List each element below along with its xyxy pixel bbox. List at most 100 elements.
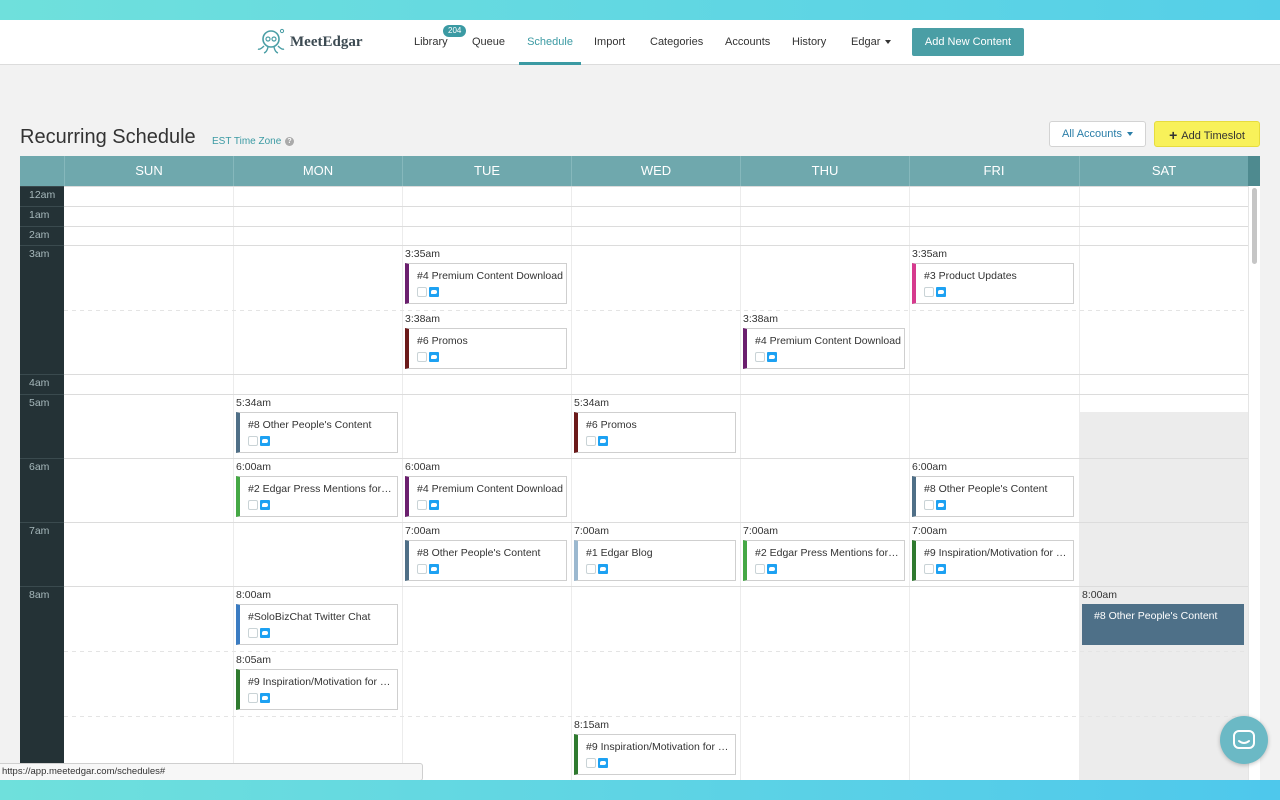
timeslot-card[interactable]: #6 Promos: [405, 328, 567, 369]
timeslot-time: 8:15am: [574, 719, 610, 731]
account-avatar-icon: [586, 436, 596, 446]
day-header-tue: TUE: [402, 156, 571, 186]
nav-schedule[interactable]: Schedule: [519, 20, 581, 65]
nav-queue[interactable]: Queue: [472, 20, 505, 65]
twitter-icon: [260, 500, 270, 510]
hour-label-7am: 7am: [29, 525, 50, 537]
twitter-icon: [936, 287, 946, 297]
timeslot-time: 8:00am: [1082, 589, 1118, 601]
add-new-content-button[interactable]: Add New Content: [912, 28, 1024, 56]
calendar-scrollbar[interactable]: [1248, 186, 1260, 780]
timeslot-account-icons: [586, 758, 608, 768]
gutter-line: [20, 226, 64, 227]
timeslot-card[interactable]: #8 Other People's Content: [405, 540, 567, 581]
meetedgar-logo[interactable]: MeetEdgar: [256, 28, 362, 56]
timeslot-time: 5:34am: [574, 397, 610, 409]
nav-accounts[interactable]: Accounts: [725, 20, 770, 65]
column-divider: [402, 186, 403, 780]
timeslot-category-title: #8 Other People's Content: [1094, 610, 1218, 622]
twitter-icon: [598, 436, 608, 446]
scrollbar-thumb[interactable]: [1252, 188, 1257, 264]
hour-gutter: [20, 186, 64, 780]
timeslot-card[interactable]: #2 Edgar Press Mentions for Social: [236, 476, 398, 517]
schedule-calendar: SUN MON TUE WED THU FRI SAT 12am 1am 2am 3am 4am 5am…: [20, 156, 1260, 780]
day-header-sat: SAT: [1079, 156, 1248, 186]
timeslot-time: 5:34am: [236, 397, 272, 409]
timeslot-account-icons: [417, 352, 439, 362]
timeslot-card[interactable]: #9 Inspiration/Motivation for Social: [574, 734, 736, 775]
timeslot-category-title: #2 Edgar Press Mentions for Social: [755, 547, 901, 559]
timeslot-category-title: #4 Premium Content Download: [417, 270, 563, 282]
all-accounts-dropdown[interactable]: All Accounts: [1049, 121, 1146, 147]
hour-label-4am: 4am: [29, 377, 50, 389]
timeslot-account-icons: [586, 436, 608, 446]
twitter-icon: [598, 758, 608, 768]
subslot-line: [64, 310, 1248, 311]
timeslot-time: 8:00am: [236, 589, 272, 601]
twitter-icon: [429, 287, 439, 297]
top-navbar: MeetEdgar Library 204 Queue Schedule Imp…: [0, 20, 1280, 65]
nav-import[interactable]: Import: [594, 20, 625, 65]
column-divider: [571, 186, 572, 780]
timeslot-account-icons: [417, 564, 439, 574]
timezone-link[interactable]: EST Time Zone: [212, 136, 281, 147]
timeslot-card[interactable]: #4 Premium Content Download: [405, 263, 567, 304]
hour-row-line: [20, 394, 1248, 395]
account-avatar-icon: [586, 758, 596, 768]
timeslot-account-icons: [248, 500, 270, 510]
timeslot-time: 3:38am: [743, 313, 779, 325]
day-header-wed: WED: [571, 156, 740, 186]
nav-library[interactable]: Library 204: [414, 20, 467, 65]
twitter-icon: [429, 564, 439, 574]
timeslot-card[interactable]: #4 Premium Content Download: [405, 476, 567, 517]
nav-edgar-menu[interactable]: Edgar: [851, 20, 892, 65]
account-avatar-icon: [924, 287, 934, 297]
timeslot-category-title: #SoloBizChat Twitter Chat: [248, 611, 371, 623]
timeslot-account-icons: [248, 436, 270, 446]
nav-categories[interactable]: Categories: [650, 20, 703, 65]
timeslot-time: 8:05am: [236, 654, 272, 666]
octopus-icon: [257, 28, 285, 54]
timeslot-category-title: #6 Promos: [417, 335, 468, 347]
timeslot-category-title: #9 Inspiration/Motivation for Social: [924, 547, 1070, 559]
help-icon[interactable]: ?: [285, 137, 294, 146]
timeslot-card[interactable]: #9 Inspiration/Motivation for Social: [236, 669, 398, 710]
twitter-icon: [767, 352, 777, 362]
twitter-icon: [767, 564, 777, 574]
twitter-icon: [429, 352, 439, 362]
account-avatar-icon: [755, 564, 765, 574]
timeslot-card[interactable]: #SoloBizChat Twitter Chat: [236, 604, 398, 645]
timeslot-time: 3:35am: [405, 248, 441, 260]
hour-row-line: [20, 522, 1248, 523]
account-avatar-icon: [586, 564, 596, 574]
account-avatar-icon: [248, 693, 258, 703]
column-divider: [1079, 186, 1080, 780]
timeslot-card[interactable]: #3 Product Updates: [912, 263, 1074, 304]
subslot-line: [64, 716, 1248, 717]
timeslot-card[interactable]: #8 Other People's Content: [912, 476, 1074, 517]
account-avatar-icon: [924, 500, 934, 510]
timeslot-time: 7:00am: [912, 525, 948, 537]
timeslot-card[interactable]: #8 Other People's Content: [1082, 604, 1244, 645]
timeslot-card[interactable]: #9 Inspiration/Motivation for Social: [912, 540, 1074, 581]
timeslot-card[interactable]: #8 Other People's Content: [236, 412, 398, 453]
timeslot-category-title: #4 Premium Content Download: [755, 335, 901, 347]
nav-history[interactable]: History: [792, 20, 826, 65]
chat-launcher-button[interactable]: [1220, 716, 1268, 764]
add-timeslot-button[interactable]: + Add Timeslot: [1154, 121, 1260, 147]
gutter-line: [20, 458, 64, 459]
hour-row-line: [20, 186, 1248, 187]
timeslot-card[interactable]: #2 Edgar Press Mentions for Social: [743, 540, 905, 581]
hour-label-8am: 8am: [29, 589, 50, 601]
day-header-thu: THU: [740, 156, 909, 186]
timeslot-time: 3:35am: [912, 248, 948, 260]
timeslot-card[interactable]: #6 Promos: [574, 412, 736, 453]
timeslot-category-title: #4 Premium Content Download: [417, 483, 563, 495]
twitter-icon: [936, 564, 946, 574]
day-header-sun: SUN: [64, 156, 233, 186]
timeslot-card[interactable]: #1 Edgar Blog: [574, 540, 736, 581]
gutter-line: [20, 186, 64, 187]
window-bottom-strip: [0, 780, 1280, 800]
timeslot-card[interactable]: #4 Premium Content Download: [743, 328, 905, 369]
status-url-bar: https://app.meetedgar.com/schedules#: [0, 763, 423, 780]
